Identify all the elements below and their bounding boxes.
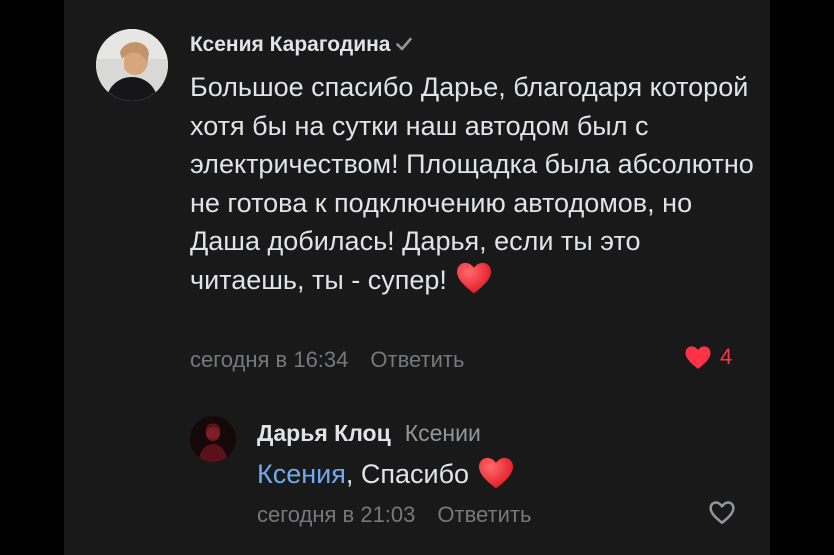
reply-reply-button[interactable]: Ответить bbox=[437, 502, 531, 527]
reply-avatar[interactable] bbox=[190, 416, 236, 462]
like-button[interactable]: 4 bbox=[684, 344, 732, 370]
likes-count: 4 bbox=[720, 344, 733, 369]
reply-meta: сегодня в 21:03 Ответить bbox=[257, 502, 531, 528]
reply-body: , Спасибо bbox=[345, 459, 470, 489]
timestamp: сегодня в 16:34 bbox=[190, 347, 349, 372]
verified-check-icon bbox=[396, 37, 413, 51]
mention-link[interactable]: Ксения bbox=[257, 459, 346, 489]
reply-timestamp: сегодня в 21:03 bbox=[257, 502, 416, 527]
red-heart-emoji bbox=[456, 263, 491, 294]
comment-author: Ксения Карагодина bbox=[190, 33, 413, 57]
reply-button[interactable]: Ответить bbox=[370, 347, 464, 372]
reply-header: Дарья Клоц Ксении bbox=[257, 420, 481, 447]
author-name[interactable]: Ксения Карагодина bbox=[190, 33, 390, 56]
avatar[interactable] bbox=[96, 29, 168, 101]
reply-like-button[interactable] bbox=[708, 500, 736, 530]
filled-heart-icon bbox=[685, 345, 711, 369]
reply-text: Ксения, Спасибо bbox=[257, 455, 515, 493]
comment-text: Большое спасибо Дарье, благодаря которой… bbox=[190, 68, 760, 299]
outline-heart-icon bbox=[709, 501, 735, 524]
reply-author-name[interactable]: Дарья Клоц bbox=[257, 420, 391, 446]
red-heart-emoji bbox=[479, 457, 514, 489]
reply-to-label: Ксении bbox=[404, 420, 481, 446]
comment-meta: сегодня в 16:34 Ответить bbox=[190, 347, 464, 373]
